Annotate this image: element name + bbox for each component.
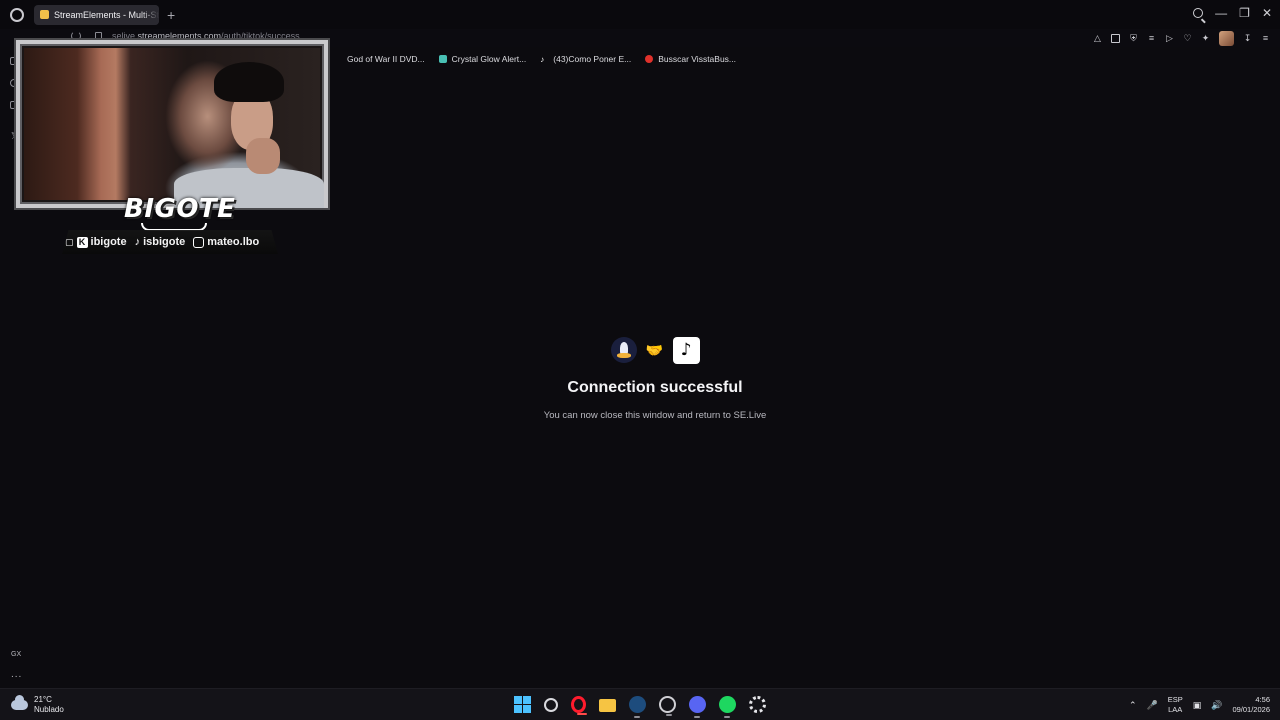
translate-icon[interactable]: ≡ bbox=[1147, 34, 1156, 43]
connection-success-panel: 🤝 ♪ Connection successful You can now cl… bbox=[0, 335, 1280, 421]
social-handles-bar: ▢ K ibigote ♪ isbigote mateo.lbo bbox=[62, 230, 278, 254]
shield-icon[interactable]: ⛨ bbox=[1129, 34, 1138, 43]
webcam-feed bbox=[24, 48, 324, 208]
stream-overlay: BIGOTE ▢ K ibigote ♪ isbigote mateo.lbo bbox=[16, 40, 328, 260]
minimize-button[interactable]: — bbox=[1215, 7, 1227, 19]
tiktok-icon: ♪ bbox=[134, 236, 141, 248]
profile-avatar[interactable] bbox=[1219, 31, 1234, 46]
bookmark-separator bbox=[328, 54, 330, 64]
social-handle: ibigote bbox=[90, 236, 127, 248]
opera-menu-icon[interactable] bbox=[10, 7, 24, 22]
bookmark-label: Busscar VisstaBus... bbox=[658, 54, 737, 64]
kick-icon: K bbox=[76, 236, 88, 248]
bookmarks-bar: God of War II DVD... Crystal Glow Alert.… bbox=[328, 52, 736, 66]
maximize-button[interactable]: ❐ bbox=[1239, 7, 1250, 19]
social-handle: isbigote bbox=[143, 236, 186, 248]
tiktok-favicon-icon: ♪ bbox=[540, 55, 545, 64]
success-message: You can now close this window and return… bbox=[543, 410, 767, 421]
toolbar-icons: △ ⛨ ≡ ▷ ♡ ✦ ↧ ≡ bbox=[1093, 31, 1270, 46]
discord-icon[interactable] bbox=[689, 696, 706, 718]
bookmark-item[interactable]: Crystal Glow Alert... bbox=[438, 54, 527, 64]
heart-icon[interactable]: ♡ bbox=[1183, 34, 1192, 43]
handshake-icon: 🤝 bbox=[645, 341, 664, 358]
start-button[interactable] bbox=[514, 696, 531, 713]
success-headline: Connection successful bbox=[567, 379, 743, 396]
clock-time: 4:56 bbox=[1255, 695, 1270, 704]
webcam-frame bbox=[16, 40, 328, 208]
tab-streamelements[interactable]: StreamElements - Multi-Stream bbox=[34, 4, 159, 25]
lang-top: ESP bbox=[1167, 695, 1183, 704]
sidebar-more-button[interactable]: ... bbox=[11, 669, 22, 680]
display-icon[interactable]: ▣ bbox=[1193, 700, 1202, 711]
spotify-icon[interactable] bbox=[719, 696, 736, 718]
new-tab-button[interactable]: + bbox=[167, 8, 175, 22]
extensions-icon[interactable]: ✦ bbox=[1201, 34, 1210, 43]
tab-title: StreamElements - Multi-Stream bbox=[54, 9, 159, 20]
social-handle: mateo.lbo bbox=[207, 236, 260, 248]
streamelements-icon bbox=[610, 337, 637, 363]
social-instagram: mateo.lbo bbox=[193, 236, 259, 248]
steelseries-icon[interactable] bbox=[749, 696, 766, 713]
integration-icons: 🤝 ♪ bbox=[0, 335, 1280, 365]
windows-taskbar: 21°C Nublado ⌃ 🎤 ESP LAA ▣ 🔊 4:56 09/01/… bbox=[0, 688, 1280, 720]
download-icon[interactable]: ↧ bbox=[1243, 34, 1252, 43]
bookmark-label: God of War II DVD... bbox=[347, 54, 425, 64]
webcam-person-hair bbox=[214, 62, 284, 102]
bookmark-favicon-icon bbox=[438, 55, 447, 63]
cloud-icon bbox=[11, 695, 28, 710]
snapshot-icon[interactable] bbox=[1111, 34, 1120, 43]
weather-temp: 21°C bbox=[34, 695, 52, 704]
streamer-brand-title: BIGOTE bbox=[124, 194, 236, 224]
opera-gx-app-icon[interactable] bbox=[571, 696, 587, 715]
close-button[interactable]: ✕ bbox=[1262, 7, 1272, 19]
webcam-person-hand bbox=[246, 138, 280, 174]
steam-icon[interactable] bbox=[629, 696, 646, 718]
system-tray: ⌃ 🎤 ESP LAA ▣ 🔊 4:56 09/01/2026 bbox=[1129, 695, 1270, 715]
social-tiktok: ♪ isbigote bbox=[135, 236, 186, 248]
browser-titlebar: StreamElements - Multi-Stream + — ❐ ✕ bbox=[0, 0, 1280, 29]
search-icon[interactable] bbox=[544, 697, 558, 712]
microphone-icon[interactable]: 🎤 bbox=[1146, 700, 1157, 711]
tiktok-icon: ♪ bbox=[672, 336, 700, 364]
play-icon[interactable]: ▷ bbox=[1165, 34, 1174, 43]
easy-setup-icon[interactable]: ≡ bbox=[1261, 34, 1270, 43]
taskbar-apps bbox=[514, 696, 766, 718]
mustache-icon bbox=[141, 223, 207, 231]
language-indicator[interactable]: ESP LAA bbox=[1168, 695, 1183, 715]
chevron-up-icon[interactable]: ⌃ bbox=[1129, 700, 1137, 711]
gx-label[interactable]: GX bbox=[11, 651, 21, 658]
instagram-icon bbox=[193, 236, 205, 248]
clock-date: 09/01/2026 bbox=[1232, 705, 1270, 714]
pin-icon[interactable]: △ bbox=[1093, 34, 1102, 43]
weather-widget[interactable]: 21°C Nublado bbox=[11, 695, 64, 715]
bookmark-label: (43)Como Poner E... bbox=[553, 54, 632, 64]
volume-icon[interactable]: 🔊 bbox=[1211, 700, 1222, 711]
weather-desc: Nublado bbox=[34, 705, 64, 714]
lang-bottom: LAA bbox=[1168, 705, 1183, 714]
bookmark-item[interactable]: God of War II DVD... bbox=[347, 54, 425, 64]
bookmark-label: Crystal Glow Alert... bbox=[451, 54, 527, 64]
youtube-favicon-icon bbox=[645, 55, 654, 63]
twitch-icon: ▢ bbox=[65, 236, 74, 247]
weather-text: 21°C Nublado bbox=[34, 695, 64, 715]
bookmark-item[interactable]: ♪ (43)Como Poner E... bbox=[540, 54, 631, 64]
bookmark-item[interactable]: Busscar VisstaBus... bbox=[645, 54, 736, 64]
file-explorer-icon[interactable] bbox=[599, 699, 616, 712]
social-twitch-kick: ▢ K ibigote bbox=[65, 236, 127, 248]
streamelements-favicon-icon bbox=[40, 10, 49, 19]
obs-icon[interactable] bbox=[659, 696, 676, 716]
clock[interactable]: 4:56 09/01/2026 bbox=[1232, 695, 1270, 715]
window-controls: — ❐ ✕ bbox=[1193, 7, 1272, 19]
tab-search-icon[interactable] bbox=[1193, 8, 1204, 18]
